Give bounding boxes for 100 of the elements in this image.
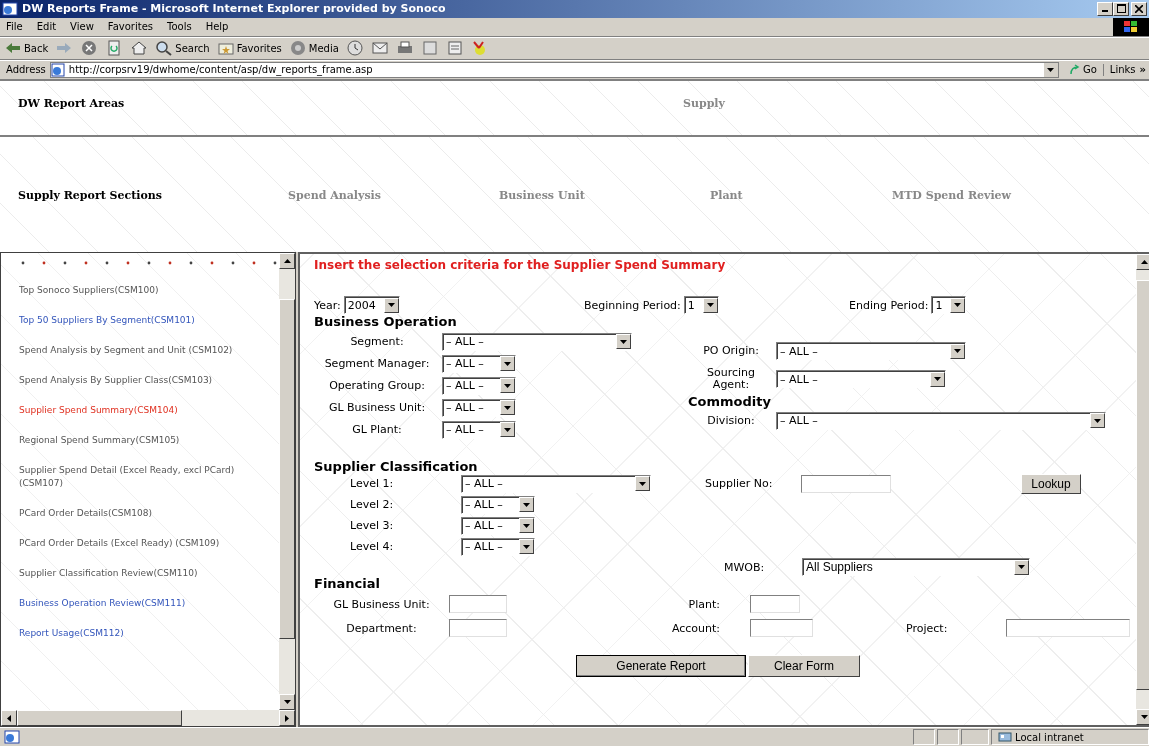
dropdown[interactable]: – ALL –: [442, 376, 516, 395]
dropdown[interactable]: – ALL –: [461, 537, 535, 556]
page-icon: [50, 62, 65, 77]
horizontal-scrollbar[interactable]: [1, 710, 295, 727]
status-panel: [913, 729, 935, 746]
scroll-thumb[interactable]: [279, 299, 295, 640]
clear-form-button[interactable]: Clear Form: [748, 655, 860, 678]
scroll-up-button[interactable]: [1136, 254, 1149, 271]
page-icon[interactable]: [445, 40, 464, 57]
stop-icon[interactable]: [80, 40, 99, 57]
dropdown[interactable]: – ALL –: [461, 495, 535, 514]
field-label: Level 3:: [349, 519, 395, 533]
field-label: Project:: [905, 621, 949, 635]
field-label: Segment:: [349, 335, 405, 349]
minimize-button[interactable]: [1097, 1, 1113, 16]
dropdown[interactable]: – ALL –: [442, 420, 516, 439]
toolbar-button[interactable]: Favorites: [216, 40, 282, 57]
clock-icon[interactable]: [345, 40, 364, 57]
dropdown[interactable]: 1: [931, 296, 967, 315]
report-link[interactable]: Top Sonoco Suppliers(CSM100): [19, 284, 159, 298]
report-link[interactable]: Regional Spend Summary(CSM105): [19, 434, 180, 448]
section-link[interactable]: Plant: [710, 189, 892, 203]
scroll-up-button[interactable]: [279, 253, 295, 270]
menu-item[interactable]: Favorites: [107, 21, 153, 33]
section-heading: Supplier Classification: [314, 459, 478, 475]
links-chevron[interactable]: »: [1139, 64, 1149, 76]
folder-icon[interactable]: [216, 40, 235, 57]
text-field[interactable]: [750, 619, 813, 638]
scroll-down-button[interactable]: [279, 694, 295, 711]
dropdown[interactable]: – ALL –: [461, 516, 535, 535]
toolbar-button[interactable]: Back: [4, 40, 49, 57]
page-icon: [4, 730, 20, 745]
caret-down-icon: [283, 700, 291, 705]
home-icon[interactable]: [130, 40, 149, 57]
caret-down-icon: [1140, 715, 1148, 720]
dropdown[interactable]: – ALL –: [776, 411, 1106, 430]
menu-item[interactable]: View: [70, 21, 94, 33]
field-label: PO Origin:: [702, 345, 760, 358]
maximize-icon: [1116, 4, 1126, 14]
report-link[interactable]: Top 50 Suppliers By Segment(CSM101): [19, 314, 195, 328]
scroll-left-button[interactable]: [1, 710, 17, 727]
report-link[interactable]: Report Usage(CSM112): [19, 627, 124, 641]
field-label: Ending Period:: [849, 298, 929, 312]
status-panel: [961, 729, 989, 746]
dropdown[interactable]: 2004: [343, 296, 400, 315]
dropdown[interactable]: 1: [683, 296, 719, 315]
menu-item[interactable]: Help: [205, 21, 229, 33]
go-button[interactable]: Go: [1062, 63, 1104, 76]
text-field[interactable]: [801, 474, 891, 493]
go-arrow-icon: [1068, 63, 1081, 76]
toolbar-button[interactable]: Search: [155, 40, 210, 57]
section-link[interactable]: Business Unit: [499, 189, 710, 203]
section-link[interactable]: Spend Analysis: [288, 189, 499, 203]
dropdown[interactable]: All Suppliers: [802, 558, 1030, 577]
text-field[interactable]: [449, 619, 507, 638]
report-link[interactable]: Supplier Classification Review(CSM110): [19, 567, 198, 581]
dropdown[interactable]: – ALL –: [442, 332, 632, 351]
report-link[interactable]: Spend Analysis By Supplier Class(CSM103): [19, 374, 213, 388]
text-field[interactable]: [449, 595, 507, 614]
links-button[interactable]: Links: [1107, 64, 1136, 76]
text-field[interactable]: [750, 595, 800, 614]
text-field[interactable]: [1006, 619, 1130, 638]
menu-item[interactable]: Edit: [36, 21, 57, 33]
report-link[interactable]: Spend Analysis by Segment and Unit (CSM102): [19, 344, 233, 358]
caret-up-icon: [1140, 260, 1148, 265]
frame-title: DW Report Areas: [18, 96, 126, 110]
maximize-button[interactable]: [1113, 1, 1129, 16]
lookup-button[interactable]: Lookup: [1021, 473, 1081, 494]
report-link[interactable]: Supplier Spend Detail (Excel Ready, excl PCard)(CSM107): [19, 464, 269, 491]
dropdown[interactable]: – ALL –: [776, 370, 946, 389]
close-button[interactable]: [1131, 1, 1147, 16]
section-link[interactable]: MTD Spend Review: [892, 189, 1103, 203]
address-field[interactable]: http://corpsrv19/dwhome/content/asp/dw_reports_frame.asp: [49, 61, 1059, 78]
dropdown[interactable]: – ALL –: [442, 354, 516, 373]
envelope-icon[interactable]: [370, 40, 389, 57]
menu-item[interactable]: File: [6, 21, 23, 33]
report-link[interactable]: PCard Order Details(CSM108): [19, 507, 152, 521]
scrollbar[interactable]: [279, 253, 295, 711]
field-label: Level 2:: [349, 498, 395, 512]
report-link[interactable]: Supplier Spend Summary(CSM104): [19, 404, 178, 418]
dropdown[interactable]: – ALL –: [776, 342, 966, 361]
search-icon[interactable]: [155, 40, 174, 57]
field-label: GL Business Unit:: [332, 597, 431, 611]
dropdown[interactable]: – ALL –: [461, 474, 651, 493]
scroll-thumb[interactable]: [17, 710, 182, 727]
area-link[interactable]: Supply: [683, 96, 725, 110]
window-title: DW Reports Frame - Microsoft Internet Explorer provided by Sonoco: [22, 2, 446, 16]
field-label: Level 1:: [349, 477, 395, 491]
browser-icon: [2, 1, 18, 16]
scroll-right-button[interactable]: [279, 710, 295, 727]
field-label: Beginning Period:: [584, 298, 681, 312]
dropdown[interactable]: – ALL –: [442, 398, 516, 417]
toolbar-button[interactable]: Media: [288, 40, 339, 57]
field-label: MWOB:: [724, 560, 766, 574]
report-link[interactable]: PCard Order Details (Excel Ready) (CSM109): [19, 537, 220, 551]
report-link[interactable]: Business Operation Review(CSM111): [19, 597, 186, 611]
generate-report-button[interactable]: Generate Report: [576, 655, 746, 678]
scroll-down-button[interactable]: [1136, 709, 1149, 726]
minimize-icon: [1102, 10, 1108, 13]
menu-item[interactable]: Tools: [167, 21, 192, 33]
